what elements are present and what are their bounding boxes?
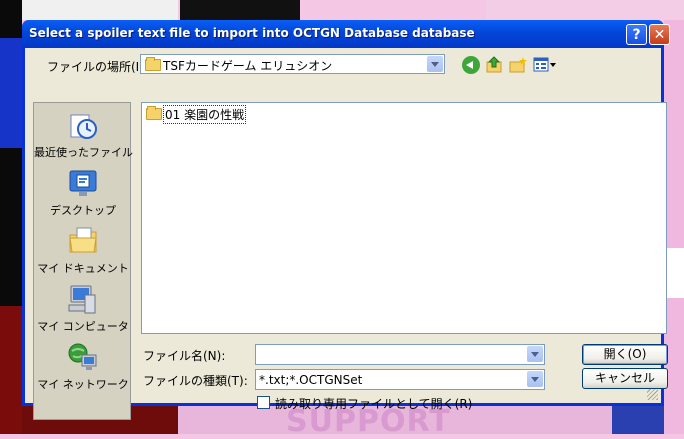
file-type-label: ファイルの種類(T): bbox=[143, 374, 248, 388]
background-top-strip bbox=[22, 0, 178, 20]
place-my-computer[interactable]: マイ コンピュータ bbox=[34, 283, 132, 334]
up-folder-icon[interactable] bbox=[485, 56, 503, 74]
open-file-dialog: Select a spoiler text file to import int… bbox=[22, 20, 670, 420]
background-top-image bbox=[180, 0, 300, 20]
file-name-label: ファイル名(N): bbox=[143, 349, 226, 363]
background-left-banner bbox=[0, 38, 22, 148]
my-documents-icon bbox=[67, 225, 99, 257]
my-network-icon bbox=[67, 341, 99, 373]
place-my-network[interactable]: マイ ネットワーク bbox=[34, 341, 132, 392]
place-label: マイ コンピュータ bbox=[37, 320, 129, 333]
chevron-down-icon[interactable] bbox=[527, 346, 543, 362]
file-name-input[interactable] bbox=[255, 344, 545, 365]
help-button[interactable]: ? bbox=[626, 24, 647, 45]
place-recent-files[interactable]: 最近使ったファイル bbox=[34, 109, 133, 160]
cancel-button[interactable]: キャンセル bbox=[582, 368, 668, 389]
recent-files-icon bbox=[67, 109, 99, 141]
look-in-label: ファイルの場所(I): bbox=[47, 60, 148, 74]
file-list[interactable]: 01 楽園の性戦 bbox=[141, 102, 667, 334]
dialog-body: ファイルの場所(I): TSFカードゲーム エリュシオン 最近使ったファイル デ… bbox=[25, 48, 668, 420]
dialog-title: Select a spoiler text file to import int… bbox=[29, 26, 475, 40]
place-my-documents[interactable]: マイ ドキュメント bbox=[34, 225, 132, 276]
my-computer-icon bbox=[67, 283, 99, 315]
background-bottom-blue bbox=[612, 406, 664, 434]
back-icon[interactable] bbox=[462, 56, 480, 74]
dialog-titlebar[interactable]: Select a spoiler text file to import int… bbox=[22, 20, 670, 48]
chevron-down-icon[interactable] bbox=[527, 371, 543, 387]
read-only-label[interactable]: 読み取り専用ファイルとして開く(R) bbox=[275, 395, 472, 412]
file-type-select[interactable]: *.txt;*.OCTGNSet bbox=[255, 369, 545, 390]
look-in-combo[interactable]: TSFカードゲーム エリュシオン bbox=[140, 54, 445, 74]
folder-icon bbox=[146, 106, 162, 120]
background-top-right bbox=[486, 0, 684, 20]
folder-icon bbox=[145, 57, 161, 71]
new-folder-icon[interactable] bbox=[509, 56, 527, 74]
view-menu-icon[interactable] bbox=[533, 56, 557, 74]
look-in-value: TSFカードゲーム エリュシオン bbox=[163, 59, 333, 73]
place-label: マイ ドキュメント bbox=[37, 262, 129, 275]
file-type-value: *.txt;*.OCTGNSet bbox=[259, 373, 363, 387]
desktop-icon bbox=[67, 167, 99, 199]
open-button[interactable]: 開く(O) bbox=[582, 344, 668, 365]
background-left-red-area bbox=[0, 306, 22, 434]
place-label: デスクトップ bbox=[50, 204, 116, 217]
close-button[interactable]: ✕ bbox=[649, 24, 670, 45]
place-desktop[interactable]: デスクトップ bbox=[34, 167, 132, 218]
background-right-white bbox=[664, 248, 684, 298]
file-name: 01 楽園の性戦 bbox=[162, 105, 247, 124]
place-label: 最近使ったファイル bbox=[34, 146, 133, 159]
chevron-down-icon[interactable] bbox=[427, 56, 443, 72]
places-bar: 最近使ったファイル デスクトップ マイ ドキュメント マイ コンピュータ マイ … bbox=[33, 102, 133, 420]
resize-grip[interactable] bbox=[647, 389, 658, 400]
place-label: マイ ネットワーク bbox=[37, 378, 129, 391]
read-only-checkbox[interactable] bbox=[257, 396, 270, 409]
